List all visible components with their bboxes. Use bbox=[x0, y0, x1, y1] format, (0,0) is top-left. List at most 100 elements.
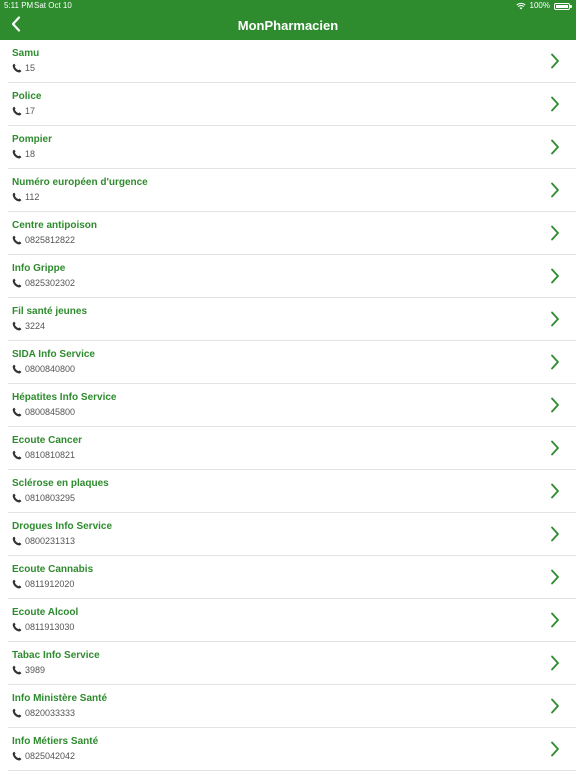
contact-phone: 0811912020 bbox=[12, 579, 74, 589]
contact-name: Fil santé jeunes bbox=[12, 306, 88, 317]
list-item[interactable]: Hépatites Info Service 0800845800 bbox=[8, 384, 576, 427]
chevron-right-icon bbox=[550, 139, 560, 155]
chevron-right-icon bbox=[550, 182, 560, 198]
list-item[interactable]: Sclérose en plaques 0810803295 bbox=[8, 470, 576, 513]
contact-phone: 0810810821 bbox=[12, 450, 75, 460]
phone-icon bbox=[12, 579, 22, 589]
contact-name: Pompier bbox=[12, 134, 53, 145]
list-item[interactable]: Ecoute Cancer 0810810821 bbox=[8, 427, 576, 470]
list-item[interactable]: Fil santé jeunes 3224 bbox=[8, 298, 576, 341]
list-item[interactable]: Tabac Info Service 3989 bbox=[8, 642, 576, 685]
phone-number: 17 bbox=[25, 106, 36, 116]
list-item[interactable]: Samu 15 bbox=[8, 40, 576, 83]
phone-icon bbox=[12, 450, 22, 460]
battery-icon bbox=[554, 2, 572, 10]
list-item[interactable]: Drogues Info Service 0800231313 bbox=[8, 513, 576, 556]
contact-name: Info Grippe bbox=[12, 263, 66, 274]
phone-icon bbox=[12, 278, 22, 288]
chevron-right-icon bbox=[550, 354, 560, 370]
phone-number: 0825042042 bbox=[25, 751, 76, 761]
chevron-right-icon bbox=[550, 483, 560, 499]
contact-name: Ecoute Alcool bbox=[12, 607, 79, 618]
list-item[interactable]: Pompier 18 bbox=[8, 126, 576, 169]
contact-phone: 15 bbox=[12, 63, 35, 73]
phone-icon bbox=[12, 665, 22, 675]
list-item[interactable]: Centre antipoison 0825812822 bbox=[8, 212, 576, 255]
phone-icon bbox=[12, 106, 22, 116]
list-item[interactable]: Ecoute Cannabis 0811912020 bbox=[8, 556, 576, 599]
battery-percent: 100% bbox=[529, 1, 550, 10]
chevron-right-icon bbox=[550, 569, 560, 585]
phone-number: 0810810821 bbox=[25, 450, 76, 460]
contact-phone: 0825302302 bbox=[12, 278, 75, 288]
phone-number: 0800840800 bbox=[25, 364, 76, 374]
phone-number: 0800231313 bbox=[25, 536, 76, 546]
contact-phone: 0825042042 bbox=[12, 751, 75, 761]
phone-icon bbox=[12, 192, 22, 202]
contact-name: Sclérose en plaques bbox=[12, 478, 109, 489]
contact-name: Info Ministère Santé bbox=[12, 693, 108, 704]
contact-name: Police bbox=[12, 91, 42, 102]
contact-phone: 0811913030 bbox=[12, 622, 74, 632]
contact-phone: 0810803295 bbox=[12, 493, 75, 503]
phone-number: 112 bbox=[25, 192, 40, 202]
chevron-right-icon bbox=[550, 526, 560, 542]
contact-name: Centre antipoison bbox=[12, 220, 98, 231]
list-item[interactable]: SIDA Info Service 0800840800 bbox=[8, 341, 576, 384]
phone-icon bbox=[12, 63, 22, 73]
chevron-right-icon bbox=[550, 741, 560, 757]
status-date: Sat Oct 10 bbox=[34, 1, 72, 10]
phone-number: 3989 bbox=[25, 665, 46, 675]
contact-phone: 0800840800 bbox=[12, 364, 75, 374]
phone-icon bbox=[12, 321, 22, 331]
contact-name: SIDA Info Service bbox=[12, 349, 95, 360]
status-right: 100% bbox=[515, 0, 572, 12]
contact-name: Ecoute Cannabis bbox=[12, 564, 94, 575]
chevron-right-icon bbox=[550, 655, 560, 671]
chevron-right-icon bbox=[550, 612, 560, 628]
top-bar: 5:11 PM Sat Oct 10 100% MonPharmacien bbox=[0, 0, 576, 40]
contact-phone: 0820033333 bbox=[12, 708, 75, 718]
phone-icon bbox=[12, 622, 22, 632]
phone-number: 0825302302 bbox=[25, 278, 76, 288]
chevron-right-icon bbox=[550, 225, 560, 241]
contact-name: Info Métiers Santé bbox=[12, 736, 99, 747]
phone-number: 0825812822 bbox=[25, 235, 76, 245]
contact-phone: 3224 bbox=[12, 321, 45, 331]
contact-name: Hépatites Info Service bbox=[12, 392, 117, 403]
phone-number: 18 bbox=[25, 149, 36, 159]
phone-number: 0820033333 bbox=[25, 708, 76, 718]
phone-number: 0811912020 bbox=[25, 579, 75, 589]
phone-number: 0810803295 bbox=[25, 493, 76, 503]
contact-phone: 17 bbox=[12, 106, 35, 116]
chevron-right-icon bbox=[550, 698, 560, 714]
page-title: MonPharmacien bbox=[237, 18, 339, 33]
wifi-icon bbox=[515, 2, 526, 10]
phone-number: 0811913030 bbox=[25, 622, 75, 632]
contact-phone: 0825812822 bbox=[12, 235, 75, 245]
chevron-right-icon bbox=[550, 268, 560, 284]
list-item[interactable]: Police 17 bbox=[8, 83, 576, 126]
contact-name: Ecoute Cancer bbox=[12, 435, 83, 446]
phone-icon bbox=[12, 235, 22, 245]
phone-icon bbox=[12, 708, 22, 718]
nav-bar: MonPharmacien bbox=[0, 12, 576, 40]
list-item[interactable]: Info Métiers Santé 0825042042 bbox=[8, 728, 576, 771]
contact-name: Numéro européen d'urgence bbox=[12, 177, 148, 188]
status-bar: 5:11 PM Sat Oct 10 100% bbox=[0, 0, 576, 12]
phone-number: 0800845800 bbox=[25, 407, 76, 417]
list-item[interactable]: Ecoute Alcool 0811913030 bbox=[8, 599, 576, 642]
list-item[interactable]: Numéro européen d'urgence 112 bbox=[8, 169, 576, 212]
chevron-right-icon bbox=[550, 311, 560, 327]
contact-phone: 18 bbox=[12, 149, 35, 159]
chevron-right-icon bbox=[550, 440, 560, 456]
contact-phone: 112 bbox=[12, 192, 39, 202]
contact-phone: 0800845800 bbox=[12, 407, 75, 417]
list-item[interactable]: Info Ministère Santé 0820033333 bbox=[8, 685, 576, 728]
chevron-right-icon bbox=[550, 96, 560, 112]
contact-name: Drogues Info Service bbox=[12, 521, 113, 532]
phone-icon bbox=[12, 493, 22, 503]
phone-icon bbox=[12, 149, 22, 159]
list-item[interactable]: Info Grippe 0825302302 bbox=[8, 255, 576, 298]
phone-icon bbox=[12, 536, 22, 546]
